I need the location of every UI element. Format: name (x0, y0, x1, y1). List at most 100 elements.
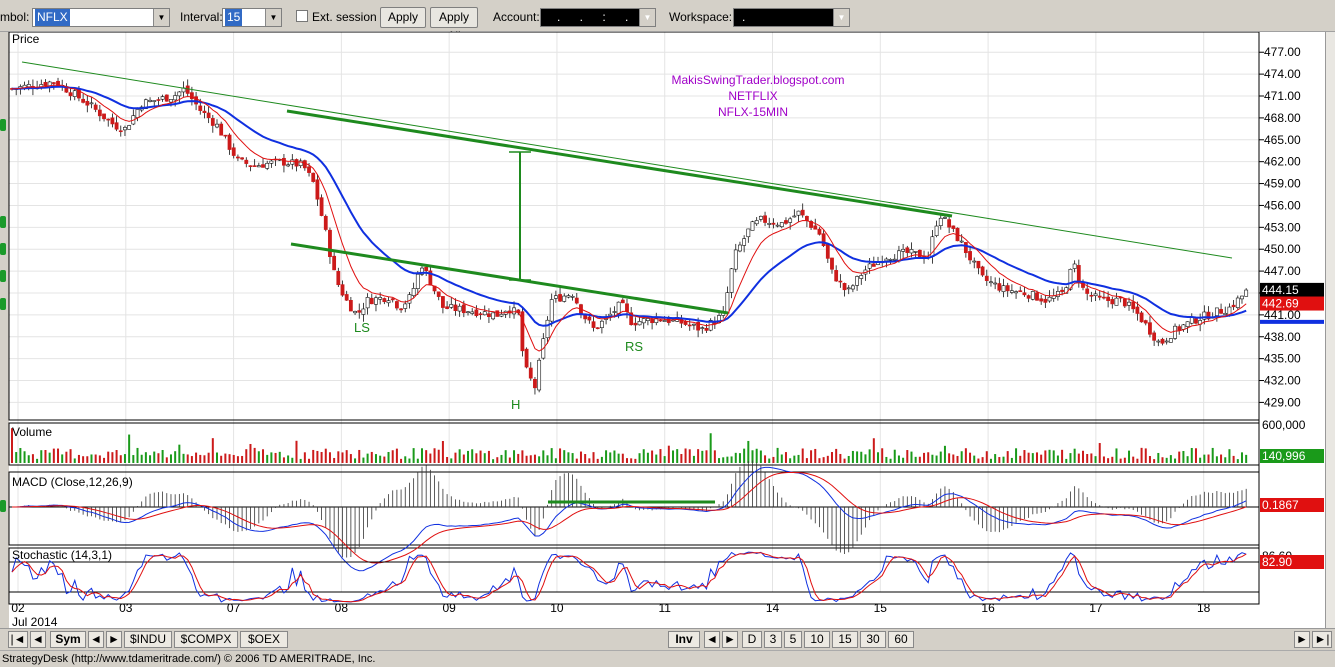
candle-down (997, 283, 1002, 291)
candle-up (470, 311, 475, 314)
candle-up (545, 319, 550, 339)
sym-button[interactable]: Sym (50, 631, 86, 648)
volume-bar (508, 457, 511, 463)
right-scroll-strip[interactable] (1325, 32, 1335, 628)
volume-bar (1040, 454, 1043, 463)
sym-prev-button[interactable]: ◄ (88, 631, 104, 648)
volume-bar (525, 455, 528, 463)
strategydesk-window: { "toolbar": { "symbol_label": "mbol:", … (0, 0, 1335, 667)
volume-bar (312, 449, 315, 463)
candle-down (1122, 298, 1127, 307)
volume-bar (655, 454, 658, 463)
candle-down (227, 134, 232, 150)
interval-d-button[interactable]: D (742, 631, 762, 648)
nav-first-button[interactable]: |◄ (8, 631, 28, 648)
volume-bar (228, 454, 231, 463)
volume-bar (1019, 455, 1022, 463)
chevron-down-icon[interactable]: ▼ (639, 9, 655, 26)
bottom-bar: |◄ ◄ Sym ◄ ► $INDU $COMPX $OEX Inv ◄ ► D… (0, 628, 1335, 650)
candle-down (474, 309, 479, 317)
scroll-end-button[interactable]: ►| (1312, 631, 1332, 648)
tab-indu[interactable]: $INDU (124, 631, 172, 648)
interval-10-button[interactable]: 10 (804, 631, 830, 648)
interval-3-button[interactable]: 3 (764, 631, 782, 648)
workspace-combo[interactable]: . ▼ (733, 8, 850, 27)
apply-button[interactable]: Apply (380, 7, 426, 28)
candle-down (838, 280, 843, 283)
interval-15-button[interactable]: 15 (832, 631, 858, 648)
candle-down (905, 247, 910, 253)
volume-bar (441, 441, 444, 463)
volume-bar (215, 452, 218, 463)
tab-oex[interactable]: $OEX (240, 631, 288, 648)
volume-bar (1236, 459, 1239, 463)
date-tick-label: 02 (11, 601, 25, 615)
volume-bar (529, 455, 532, 463)
candle-down (650, 319, 654, 324)
account-combo[interactable]: . . : . ▼ (540, 8, 656, 27)
candle-down (1160, 338, 1165, 344)
chart-area: 600,000 86.60 Price Volume MACD (Close,1… (8, 32, 1325, 628)
volume-bar (680, 454, 683, 463)
label-head: H (511, 397, 520, 412)
volume-bar (232, 454, 235, 463)
candle-up (788, 218, 793, 223)
candle-up (796, 210, 801, 216)
scroll-right-button[interactable]: ► (1294, 631, 1310, 648)
volume-bar (726, 456, 729, 463)
candle-down (1005, 285, 1010, 292)
sym-next-button[interactable]: ► (106, 631, 122, 648)
interval-60-button[interactable]: 60 (888, 631, 914, 648)
symbol-combo[interactable]: NFLX ▼ (32, 8, 170, 27)
ext-session-checkbox[interactable] (296, 10, 308, 22)
volume-bar (521, 450, 524, 463)
inv-button[interactable]: Inv (668, 631, 700, 648)
volume-bar (969, 452, 972, 463)
candle-up (1173, 325, 1177, 339)
candle-down (110, 117, 115, 125)
volume-bar (609, 452, 612, 463)
candle-down (666, 318, 671, 323)
volume-bar (1048, 449, 1051, 463)
volume-bar (383, 456, 386, 463)
volume-bar (575, 458, 578, 463)
volume-bar (220, 455, 223, 463)
candle-down (81, 98, 86, 103)
candle-up (972, 260, 977, 263)
interval-30-button[interactable]: 30 (860, 631, 886, 648)
volume-bar (1082, 450, 1085, 463)
date-tick-label: 10 (550, 601, 564, 615)
candle-up (637, 321, 642, 326)
apply-all-button[interactable]: Apply All (430, 7, 478, 43)
chevron-down-icon[interactable]: ▼ (833, 9, 849, 26)
inv-next-button[interactable]: ► (722, 631, 738, 648)
candle-up (700, 327, 705, 329)
candle-up (1164, 340, 1169, 343)
volume-bar (772, 456, 775, 463)
volume-bar (282, 457, 285, 463)
interval-5-button[interactable]: 5 (784, 631, 802, 648)
chevron-down-icon[interactable]: ▼ (153, 9, 169, 26)
volume-bar (274, 452, 277, 463)
tab-compx[interactable]: $COMPX (174, 631, 238, 648)
candle-down (332, 255, 337, 271)
volume-bar (1228, 449, 1231, 463)
candle-down (114, 122, 119, 130)
price-axis: 477.00 474.00 471.00 468.00 465.00 462.00 459.… (1259, 45, 1301, 409)
volume-bar (207, 452, 210, 463)
volume-bar (646, 452, 649, 463)
candle-up (127, 125, 132, 130)
chevron-down-icon[interactable]: ▼ (265, 9, 281, 26)
volume-bar (797, 454, 800, 463)
volume-bar (190, 456, 193, 463)
volume-bar (408, 458, 411, 463)
symbol-label: mbol: (0, 10, 30, 24)
volume-bar (994, 454, 997, 463)
volume-bar (559, 448, 562, 463)
nav-prev-button[interactable]: ◄ (30, 631, 46, 648)
candle-down (1043, 298, 1048, 303)
volume-bar (1061, 449, 1064, 463)
interval-combo[interactable]: 15 ▼ (222, 8, 282, 27)
inv-prev-button[interactable]: ◄ (704, 631, 720, 648)
volume-bar (1224, 457, 1227, 463)
